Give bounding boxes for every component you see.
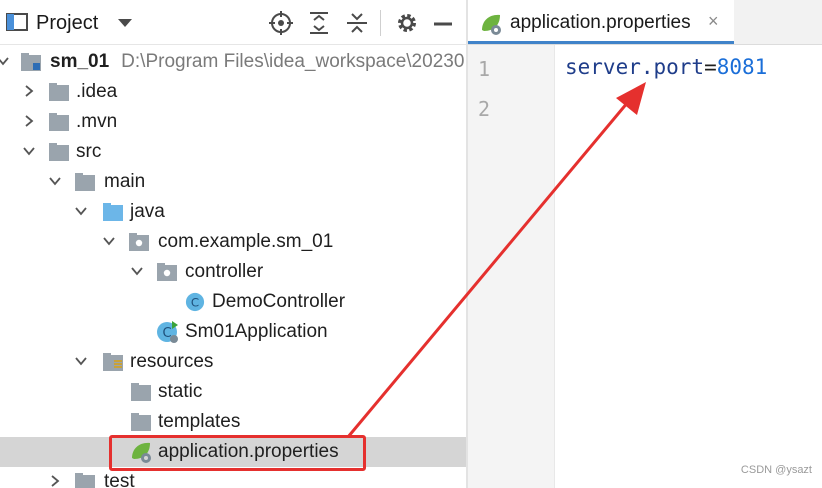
- chevron-down-icon[interactable]: [22, 144, 36, 158]
- code-line[interactable]: server.port=8081: [565, 55, 767, 79]
- minimize-icon[interactable]: [430, 10, 456, 36]
- folder-icon: [49, 113, 69, 131]
- module-folder-icon: [21, 53, 41, 71]
- editor-tab-application-properties[interactable]: application.properties ×: [468, 0, 734, 44]
- tree-label: application.properties: [158, 441, 339, 462]
- tree-label: test: [104, 471, 135, 488]
- tree-label: resources: [130, 351, 214, 372]
- folder-icon: [131, 383, 151, 401]
- tree-item-src[interactable]: src: [0, 137, 466, 167]
- tree-label: DemoController: [212, 291, 346, 312]
- chevron-right-icon[interactable]: [48, 474, 62, 488]
- tree-label: java: [130, 201, 165, 222]
- chevron-right-icon[interactable]: [22, 84, 36, 98]
- tree-item-main[interactable]: main: [0, 167, 466, 197]
- expand-all-icon[interactable]: [306, 10, 332, 36]
- tree-item-package[interactable]: com.example.sm_01: [0, 227, 466, 257]
- tree-label: main: [104, 171, 146, 192]
- tree-label: Sm01Application: [185, 321, 328, 342]
- gear-icon[interactable]: [394, 10, 420, 36]
- folder-icon: [49, 83, 69, 101]
- tree-label: templates: [158, 411, 241, 432]
- line-number: 1: [478, 57, 491, 81]
- chevron-down-icon[interactable]: [130, 264, 144, 278]
- property-operator: =: [704, 55, 717, 79]
- locate-icon[interactable]: [268, 10, 294, 36]
- chevron-down-icon[interactable]: [74, 204, 88, 218]
- folder-icon: [75, 173, 95, 191]
- folder-icon: [75, 473, 95, 488]
- project-panel: Project sm_01 D:\Program Files\idea_work…: [0, 0, 466, 488]
- tree-item-democontroller[interactable]: C DemoController: [0, 287, 466, 317]
- tree-item-idea[interactable]: .idea: [0, 77, 466, 107]
- spring-properties-icon: [132, 442, 151, 463]
- svg-text:C: C: [191, 296, 199, 310]
- project-toolbar: Project: [0, 0, 466, 45]
- tree-item-static[interactable]: static: [0, 377, 466, 407]
- tree-item-application-properties[interactable]: application.properties: [0, 437, 466, 467]
- editor-pane: application.properties × 1 2 server.port…: [468, 0, 822, 488]
- project-view-icon[interactable]: [6, 13, 28, 31]
- property-value: 8081: [716, 55, 768, 79]
- spring-properties-icon: [482, 14, 501, 35]
- chevron-right-icon[interactable]: [22, 114, 36, 128]
- resources-folder-icon: [103, 353, 123, 371]
- tree-label: sm_01 D:\Program Files\idea_workspace\202…: [50, 51, 465, 72]
- tab-label: application.properties: [510, 12, 691, 33]
- chevron-down-icon[interactable]: [116, 16, 134, 30]
- tree-label: .idea: [76, 81, 118, 102]
- tree-item-mvn[interactable]: .mvn: [0, 107, 466, 137]
- tree-item-java[interactable]: java: [0, 197, 466, 227]
- line-number-gutter: 1 2: [468, 45, 555, 488]
- tree-label: static: [158, 381, 203, 402]
- tree-label: controller: [185, 261, 264, 282]
- class-icon: C: [185, 292, 205, 312]
- tree-item-test[interactable]: test: [0, 467, 466, 488]
- property-key: server.port: [565, 55, 705, 79]
- spring-boot-class-icon: C: [157, 321, 178, 343]
- collapse-all-icon[interactable]: [344, 10, 370, 36]
- tree-item-controller[interactable]: controller: [0, 257, 466, 287]
- toolbar-separator: [380, 10, 381, 36]
- package-icon: [129, 233, 149, 251]
- line-number: 2: [478, 97, 491, 121]
- folder-icon: [49, 143, 69, 161]
- tree-item-sm01application[interactable]: C Sm01Application: [0, 317, 466, 347]
- package-icon: [157, 263, 177, 281]
- chevron-down-icon[interactable]: [102, 234, 116, 248]
- close-icon[interactable]: ×: [708, 11, 719, 32]
- tree-item-sm_01[interactable]: sm_01 D:\Program Files\idea_workspace\202…: [0, 47, 466, 77]
- tree-label: .mvn: [76, 111, 118, 132]
- tree-item-resources[interactable]: resources: [0, 347, 466, 377]
- folder-icon: [131, 413, 151, 431]
- chevron-down-icon[interactable]: [48, 174, 62, 188]
- tree-label: com.example.sm_01: [158, 231, 334, 252]
- chevron-down-icon[interactable]: [74, 354, 88, 368]
- tree-label: src: [76, 141, 102, 162]
- editor-tab-bar: application.properties ×: [468, 0, 822, 45]
- project-title[interactable]: Project: [36, 12, 98, 35]
- module-path: D:\Program Files\idea_workspace\20230: [121, 51, 465, 72]
- tree-item-templates[interactable]: templates: [0, 407, 466, 437]
- watermark: CSDN @ysazt: [740, 464, 812, 476]
- source-folder-icon: [103, 203, 123, 221]
- chevron-down-icon[interactable]: [0, 54, 10, 68]
